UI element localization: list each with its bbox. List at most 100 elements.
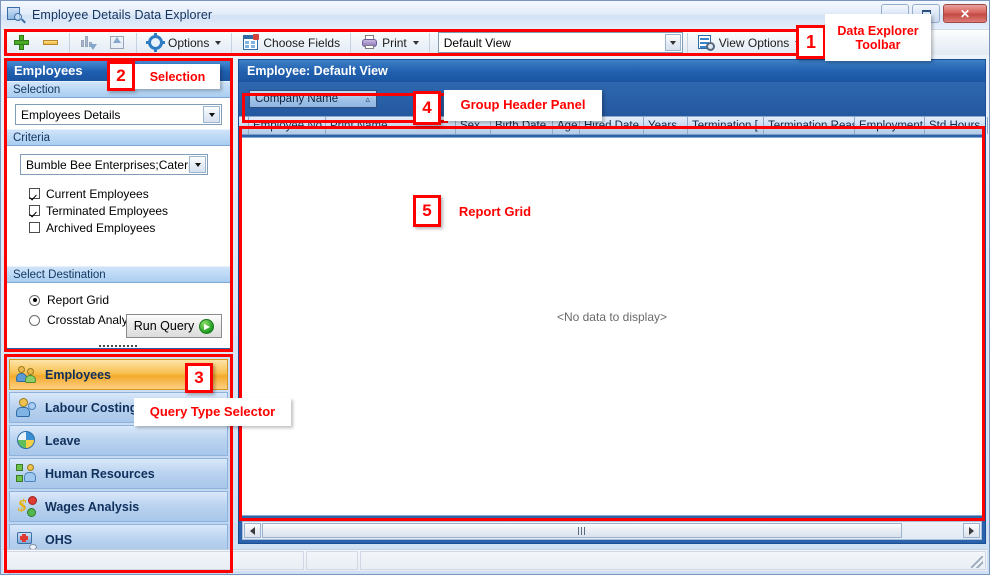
choose-fields-button[interactable]: Choose Fields bbox=[236, 32, 346, 54]
selection-combo[interactable]: Employees Details bbox=[15, 104, 222, 125]
checkbox-icon[interactable] bbox=[29, 205, 40, 216]
annotation-number-4: 4 bbox=[413, 91, 441, 125]
view-selector-combo[interactable]: Default View bbox=[437, 32, 683, 53]
person-headset-icon bbox=[16, 397, 37, 418]
checkbox-archived-employees[interactable]: Archived Employees bbox=[29, 219, 222, 236]
chevron-down-icon bbox=[412, 40, 419, 45]
column-header-termination-date[interactable]: Termination [ bbox=[688, 117, 764, 134]
status-panel-left bbox=[4, 551, 304, 570]
dollar-icon: $ bbox=[16, 496, 37, 517]
annotation-number-1: 1 bbox=[796, 25, 826, 59]
view-options-icon bbox=[697, 34, 715, 51]
sort-ascending-icon[interactable]: ▵ bbox=[365, 94, 370, 105]
options-button[interactable]: Options bbox=[141, 32, 227, 54]
no-data-message: <No data to display> bbox=[556, 310, 668, 324]
selection-panel: Employees Selection Employees Details Cr… bbox=[6, 59, 231, 349]
resize-grip-icon[interactable] bbox=[971, 556, 983, 568]
destination-section-header: Select Destination bbox=[7, 266, 230, 283]
group-chip-label: Company Name bbox=[255, 93, 339, 105]
choose-fields-label: Choose Fields bbox=[263, 35, 341, 50]
application-window: Employee Details Data Explorer ✕ Options… bbox=[0, 0, 990, 575]
annotation-label-selection: Selection bbox=[135, 64, 220, 89]
nav-item-leave[interactable]: Leave bbox=[9, 425, 228, 456]
selection-combo-value: Employees Details bbox=[21, 107, 121, 122]
radio-icon[interactable] bbox=[29, 294, 40, 306]
selection-section-body: Employees Details bbox=[7, 98, 230, 129]
group-chip-company-name[interactable]: Company Name ▵ bbox=[249, 90, 377, 108]
report-grid-horizontal-scrollbar[interactable] bbox=[242, 521, 982, 540]
scroll-right-button[interactable] bbox=[963, 523, 980, 538]
checkbox-current-employees[interactable]: Current Employees bbox=[29, 185, 222, 202]
run-query-label: Run Query bbox=[133, 319, 195, 333]
scrollbar-thumb[interactable] bbox=[262, 523, 902, 538]
print-label: Print bbox=[382, 35, 407, 50]
annotation-number-5: 5 bbox=[413, 195, 441, 227]
criteria-combo-value: Bumble Bee Enterprises;Caterpillars I bbox=[26, 157, 190, 172]
nav-item-label: Employees bbox=[45, 367, 112, 382]
checkbox-label: Terminated Employees bbox=[46, 203, 169, 218]
scrollbar-track[interactable] bbox=[902, 523, 962, 538]
nav-item-label: Labour Costing bbox=[45, 400, 138, 415]
radio-icon[interactable] bbox=[29, 314, 40, 326]
status-bar bbox=[3, 549, 987, 571]
status-panel-middle bbox=[306, 551, 358, 570]
report-panel-caption: Employee: Default View bbox=[239, 60, 985, 82]
chevron-down-icon[interactable] bbox=[203, 106, 220, 123]
org-chart-icon bbox=[16, 463, 37, 484]
checkbox-terminated-employees[interactable]: Terminated Employees bbox=[29, 202, 222, 219]
annotation-number-3: 3 bbox=[185, 363, 213, 393]
panel-splitter[interactable] bbox=[7, 343, 230, 348]
first-aid-icon bbox=[16, 529, 37, 550]
toolbar-separator bbox=[350, 32, 352, 53]
annotation-number-2: 2 bbox=[107, 61, 135, 91]
column-header-employment[interactable]: Employment bbox=[855, 117, 925, 134]
import-chart-icon bbox=[80, 34, 97, 51]
checkbox-icon[interactable] bbox=[29, 222, 40, 233]
chevron-down-icon[interactable] bbox=[664, 34, 681, 51]
chevron-down-icon[interactable] bbox=[189, 156, 206, 173]
column-header-std-hours[interactable]: Std Hours bbox=[925, 117, 988, 134]
view-selector-value: Default View bbox=[443, 35, 511, 50]
export-button[interactable] bbox=[103, 32, 132, 54]
destination-section-body: Report Grid Crosstab Analyzer Run Query bbox=[7, 283, 230, 344]
gear-icon bbox=[146, 33, 165, 52]
radio-report-grid[interactable]: Report Grid bbox=[29, 290, 222, 310]
criteria-section-body: Bumble Bee Enterprises;Caterpillars I Cu… bbox=[7, 146, 230, 266]
plus-icon bbox=[13, 34, 30, 51]
checkbox-icon[interactable] bbox=[29, 188, 40, 199]
column-header-termination-reason[interactable]: Termination Reas bbox=[764, 117, 855, 134]
criteria-combo[interactable]: Bumble Bee Enterprises;Caterpillars I bbox=[20, 154, 208, 175]
nav-item-label: Leave bbox=[45, 433, 81, 448]
close-button[interactable]: ✕ bbox=[943, 4, 987, 23]
view-options-label: View Options bbox=[718, 35, 790, 50]
nav-item-label: Wages Analysis bbox=[45, 499, 140, 514]
grid-indicator-column bbox=[239, 117, 249, 134]
toolbar-separator bbox=[428, 32, 430, 53]
report-grid-body: <No data to display> bbox=[241, 137, 983, 516]
scroll-left-button[interactable] bbox=[244, 523, 261, 538]
annotation-label-toolbar: Data Explorer Toolbar bbox=[825, 14, 931, 61]
nav-item-human-resources[interactable]: Human Resources bbox=[9, 458, 228, 489]
column-header-employee-no[interactable]: Employee No. bbox=[249, 117, 326, 134]
people-icon bbox=[16, 364, 37, 385]
status-panel-right bbox=[360, 551, 986, 570]
toolbar-separator bbox=[69, 32, 70, 53]
report-grid-header: Employee No. Print Name Sex Birth Date A… bbox=[239, 116, 988, 135]
nav-item-wages-analysis[interactable]: $ Wages Analysis bbox=[9, 491, 228, 522]
column-header-years[interactable]: Years bbox=[644, 117, 688, 134]
minus-icon bbox=[42, 34, 59, 51]
view-options-button[interactable]: View Options bbox=[692, 32, 807, 54]
group-header-panel[interactable]: Company Name ▵ bbox=[239, 82, 985, 116]
run-query-button[interactable]: Run Query bbox=[126, 314, 222, 338]
printer-icon bbox=[361, 34, 378, 51]
toolbar-separator bbox=[231, 32, 233, 53]
import-button[interactable] bbox=[74, 32, 103, 54]
checkbox-label: Archived Employees bbox=[46, 220, 156, 235]
remove-button[interactable] bbox=[36, 32, 65, 54]
nav-item-label: OHS bbox=[45, 532, 73, 547]
options-label: Options bbox=[168, 35, 210, 50]
beachball-icon bbox=[16, 430, 37, 451]
add-button[interactable] bbox=[7, 32, 36, 54]
print-button[interactable]: Print bbox=[355, 32, 425, 54]
chevron-down-icon bbox=[215, 40, 222, 45]
